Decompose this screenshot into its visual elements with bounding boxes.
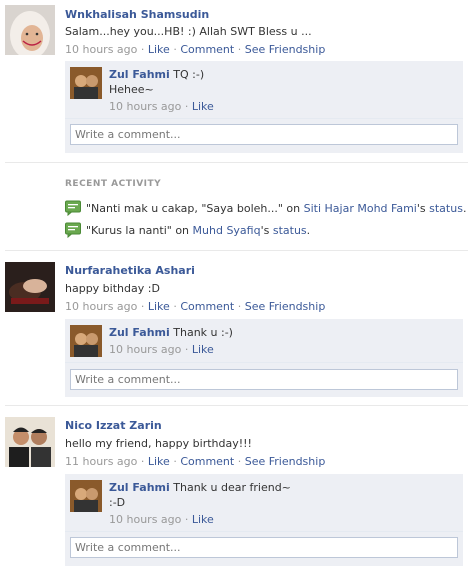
like-link[interactable]: Like: [148, 300, 170, 313]
feed-story: Nico Izzat Zarin hello my friend, happy …: [0, 413, 468, 568]
activity-person-link[interactable]: Muhd Syafiq: [193, 224, 261, 237]
comment-like-link[interactable]: Like: [192, 100, 214, 113]
avatar[interactable]: [5, 417, 55, 467]
story-meta: 10 hours ago · Like · Comment · See Frie…: [65, 300, 326, 313]
comment-text-extra: Hehee~: [109, 83, 154, 96]
comment-time: 10 hours ago: [109, 513, 182, 526]
comment-link[interactable]: Comment: [180, 43, 234, 56]
story-meta: 11 hours ago · Like · Comment · See Frie…: [65, 455, 326, 468]
story-meta: 10 hours ago · Like · Comment · See Frie…: [65, 43, 326, 56]
comment-author[interactable]: Zul Fahmi: [109, 481, 170, 494]
comment-like-link[interactable]: Like: [192, 513, 214, 526]
see-friendship-link[interactable]: See Friendship: [245, 455, 326, 468]
activity-sep: 's: [260, 224, 273, 237]
divider: [5, 250, 468, 251]
story-message: happy bithday :D: [65, 282, 160, 295]
story-time: 10 hours ago: [65, 43, 138, 56]
like-link[interactable]: Like: [148, 455, 170, 468]
comment-section: Zul Fahmi Thank u dear friend~ :-D 10 ho…: [65, 474, 463, 566]
story-time: 11 hours ago: [65, 455, 138, 468]
avatar[interactable]: [5, 262, 55, 312]
comment-meta: 10 hours ago · Like: [109, 100, 214, 113]
feed-story: Wnkhalisah Shamsudin Salam...hey you...H…: [0, 0, 468, 160]
feed-story: Nurfarahetika Ashari happy bithday :D 10…: [0, 258, 468, 400]
activity-person-link[interactable]: Siti Hajar Mohd Fami: [304, 202, 417, 215]
comment-item: Zul Fahmi Thank u dear friend~ :-D 10 ho…: [65, 474, 463, 532]
comment-author[interactable]: Zul Fahmi: [109, 326, 170, 339]
comment-meta: 10 hours ago · Like: [109, 343, 214, 356]
recent-activity-heading: RECENT ACTIVITY: [65, 179, 162, 189]
story-author[interactable]: Wnkhalisah Shamsudin: [65, 8, 209, 21]
comment-text: TQ :-): [173, 68, 205, 81]
story-message: Salam...hey you...HB! :) Allah SWT Bless…: [65, 25, 312, 38]
activity-status-link[interactable]: status: [429, 202, 463, 215]
comment-avatar[interactable]: [70, 480, 102, 512]
story-author[interactable]: Nico Izzat Zarin: [65, 419, 162, 432]
comment-text: Thank u dear friend~: [173, 481, 291, 494]
activity-quote: "Nanti mak u cakap, "Saya boleh..." on: [86, 202, 304, 215]
comment-meta: 10 hours ago · Like: [109, 513, 214, 526]
see-friendship-link[interactable]: See Friendship: [245, 300, 326, 313]
write-comment-input[interactable]: Write a comment...: [70, 369, 458, 390]
divider: [5, 405, 468, 406]
comment-section: Zul Fahmi TQ :-) Hehee~ 10 hours ago · L…: [65, 61, 463, 153]
comment-bubble-icon: [65, 222, 81, 238]
activity-status-link[interactable]: status: [273, 224, 307, 237]
see-friendship-link[interactable]: See Friendship: [245, 43, 326, 56]
story-author[interactable]: Nurfarahetika Ashari: [65, 264, 195, 277]
comment-time: 10 hours ago: [109, 343, 182, 356]
write-comment-input[interactable]: Write a comment...: [70, 124, 458, 145]
comment-link[interactable]: Comment: [180, 300, 234, 313]
comment-time: 10 hours ago: [109, 100, 182, 113]
comment-text-extra: :-D: [109, 496, 126, 509]
comment-item: Zul Fahmi Thank u :-) 10 hours ago · Lik…: [65, 319, 463, 363]
comment-item: Zul Fahmi TQ :-) Hehee~ 10 hours ago · L…: [65, 61, 463, 119]
story-message: hello my friend, happy birthday!!!: [65, 437, 252, 450]
activity-quote: "Kurus la nanti" on: [86, 224, 193, 237]
comment-bubble-icon: [65, 200, 81, 216]
avatar[interactable]: [5, 5, 55, 55]
story-time: 10 hours ago: [65, 300, 138, 313]
comment-author[interactable]: Zul Fahmi: [109, 68, 170, 81]
comment-like-link[interactable]: Like: [192, 343, 214, 356]
divider: [5, 162, 468, 163]
activity-sep: 's: [416, 202, 430, 215]
comment-link[interactable]: Comment: [180, 455, 234, 468]
comment-avatar[interactable]: [70, 67, 102, 99]
write-comment-input[interactable]: Write a comment...: [70, 537, 458, 558]
activity-end: .: [306, 224, 311, 237]
comment-avatar[interactable]: [70, 325, 102, 357]
like-link[interactable]: Like: [148, 43, 170, 56]
comment-text: Thank u :-): [173, 326, 233, 339]
activity-end: .: [462, 202, 467, 215]
comment-section: Zul Fahmi Thank u :-) 10 hours ago · Lik…: [65, 319, 463, 397]
